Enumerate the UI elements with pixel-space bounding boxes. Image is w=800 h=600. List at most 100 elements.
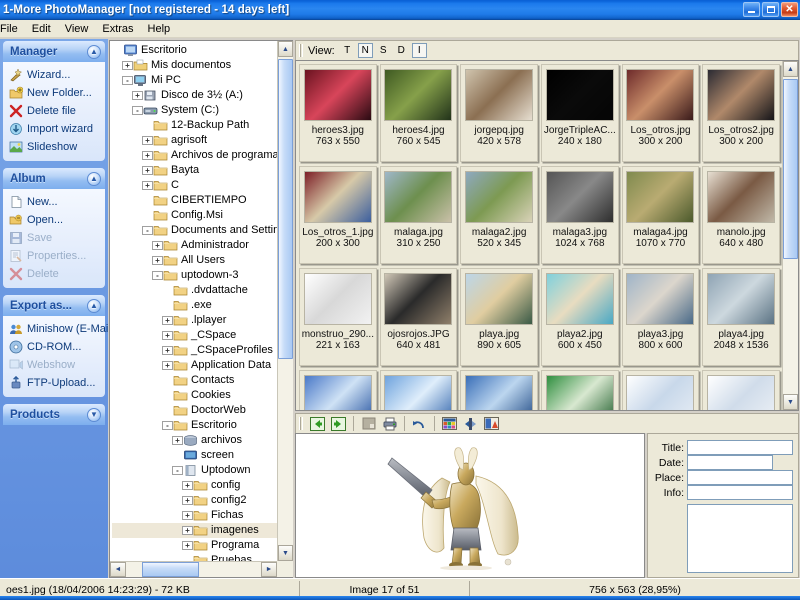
tree-node[interactable]: +.lplayer xyxy=(112,313,277,328)
thumb-scroll-thumb[interactable] xyxy=(783,79,798,259)
menu-item-extras[interactable]: Extras xyxy=(95,21,140,37)
expand-icon[interactable]: + xyxy=(142,151,153,160)
tree-node[interactable]: -uptodown-3 xyxy=(112,268,277,283)
tree-node[interactable]: -Mi PC xyxy=(112,73,277,88)
previous-image-button[interactable] xyxy=(308,415,327,432)
collapse-icon[interactable]: - xyxy=(122,76,133,85)
expand-icon[interactable]: + xyxy=(142,166,153,175)
thumbnail-item[interactable]: playa.jpg890 x 605 xyxy=(460,268,538,366)
thumbnail-item[interactable]: Los_otros.jpg300 x 200 xyxy=(622,64,700,162)
thumbnail-item[interactable]: heroes4.jpg760 x 545 xyxy=(380,64,458,162)
print-button[interactable] xyxy=(380,415,399,432)
expand-icon[interactable]: + xyxy=(142,181,153,190)
tree-node[interactable]: +Archivos de programa xyxy=(112,148,277,163)
collapse-icon[interactable]: - xyxy=(172,466,183,475)
expand-icon[interactable]: + xyxy=(162,316,173,325)
tree-hscroll-track[interactable] xyxy=(126,562,261,577)
expand-icon[interactable]: + xyxy=(162,331,173,340)
thumbnail-item[interactable]: monstruo_290...221 x 163 xyxy=(299,268,377,366)
tree-vertical-scrollbar[interactable]: ▲ ▼ xyxy=(277,41,293,561)
title-field[interactable] xyxy=(687,440,793,455)
menu-item-help[interactable]: Help xyxy=(141,21,178,37)
view-mode-d[interactable]: D xyxy=(394,43,409,58)
expand-icon[interactable]: + xyxy=(152,241,163,250)
expand-icon[interactable]: + xyxy=(182,481,193,490)
tree-node[interactable]: +Disco de 3½ (A:) xyxy=(112,88,277,103)
scroll-down-icon[interactable]: ▼ xyxy=(278,545,293,561)
tree-node[interactable]: DoctorWeb xyxy=(112,403,277,418)
expand-icon[interactable]: + xyxy=(172,436,183,445)
menu-item-file[interactable]: File xyxy=(0,21,25,37)
menu-item-edit[interactable]: Edit xyxy=(25,21,58,37)
thumbnail-item[interactable] xyxy=(541,370,619,411)
thumbnail-item[interactable] xyxy=(380,370,458,411)
view-mode-n[interactable]: N xyxy=(358,43,373,58)
thumbnail-item[interactable] xyxy=(622,370,700,411)
tree-node[interactable]: +Mis documentos xyxy=(112,58,277,73)
tree-node[interactable]: CIBERTIEMPO xyxy=(112,193,277,208)
thumbnail-item[interactable]: playa2.jpg600 x 450 xyxy=(541,268,619,366)
menu-item-view[interactable]: View xyxy=(58,21,96,37)
tree-node[interactable]: +agrisoft xyxy=(112,133,277,148)
tree-node[interactable]: -Uptodown xyxy=(112,463,277,478)
chevron-down-icon[interactable]: ▼ xyxy=(87,408,101,422)
tree-node[interactable]: +Application Data xyxy=(112,358,277,373)
sidebar-item-delete-file[interactable]: Delete file xyxy=(3,102,105,120)
toolbar-grip-icon[interactable] xyxy=(299,44,303,57)
thumbnail-item[interactable]: ojosrojos.JPG640 x 481 xyxy=(380,268,458,366)
thumbnail-item[interactable]: playa4.jpg2048 x 1536 xyxy=(702,268,780,366)
tree-node[interactable]: Cookies xyxy=(112,388,277,403)
stop-button[interactable] xyxy=(359,415,378,432)
view-mode-t[interactable]: T xyxy=(340,43,355,58)
thumbnail-item[interactable] xyxy=(299,370,377,411)
expand-icon[interactable]: + xyxy=(182,511,193,520)
thumb-scroll-up-icon[interactable]: ▲ xyxy=(783,61,798,77)
thumbnail-item[interactable] xyxy=(702,370,780,411)
thumbnail-item[interactable]: manolo.jpg640 x 480 xyxy=(702,166,780,264)
panel-header-products[interactable]: Products▼ xyxy=(3,404,105,425)
expand-icon[interactable]: + xyxy=(162,361,173,370)
sidebar-item-slideshow[interactable]: Slideshow xyxy=(3,138,105,156)
thumbnail-item[interactable]: heroes3.jpg763 x 550 xyxy=(299,64,377,162)
tree-horizontal-scrollbar[interactable]: ◄ ► xyxy=(110,561,277,577)
sidebar-item-new[interactable]: New... xyxy=(3,193,105,211)
view-mode-s[interactable]: S xyxy=(376,43,391,58)
place-field[interactable] xyxy=(687,470,793,485)
tree-node[interactable]: -Escritorio xyxy=(112,418,277,433)
tree-node[interactable]: Escritorio xyxy=(112,43,277,58)
folder-tree[interactable]: Escritorio+Mis documentos-Mi PC+Disco de… xyxy=(110,41,277,561)
tree-node[interactable]: 12-Backup Path xyxy=(112,118,277,133)
thumbnail-item[interactable] xyxy=(460,370,538,411)
thumbnail-item[interactable]: playa3.jpg800 x 600 xyxy=(622,268,700,366)
tree-node[interactable]: +Administrador xyxy=(112,238,277,253)
scroll-up-icon[interactable]: ▲ xyxy=(278,41,293,57)
collapse-icon[interactable]: - xyxy=(142,226,153,235)
thumbnail-item[interactable]: malaga2.jpg520 x 345 xyxy=(460,166,538,264)
tree-node[interactable]: -Documents and Settings xyxy=(112,223,277,238)
panel-header-manager[interactable]: Manager▲ xyxy=(3,41,105,62)
tree-node[interactable]: +Bayta xyxy=(112,163,277,178)
thumbnail-item[interactable]: Los_otros_1.jpg200 x 300 xyxy=(299,166,377,264)
sidebar-item-cd-rom[interactable]: CD-ROM... xyxy=(3,338,105,356)
sidebar-item-minishow-e-mail[interactable]: Minishow (E-Mail)... xyxy=(3,320,105,338)
thumb-scroll-track[interactable] xyxy=(783,77,798,394)
thumbnail-item[interactable]: malaga3.jpg1024 x 768 xyxy=(541,166,619,264)
sidebar-item-new-folder[interactable]: New Folder... xyxy=(3,84,105,102)
maximize-button[interactable] xyxy=(762,2,779,17)
scroll-left-icon[interactable]: ◄ xyxy=(110,562,126,577)
tree-node[interactable]: screen xyxy=(112,448,277,463)
thumbnail-vertical-scrollbar[interactable]: ▲ ▼ xyxy=(782,61,798,410)
tree-scroll-thumb[interactable] xyxy=(278,59,293,359)
info-field[interactable] xyxy=(687,485,793,500)
next-image-button[interactable] xyxy=(329,415,348,432)
sidebar-item-ftp-upload[interactable]: FTP-Upload... xyxy=(3,374,105,392)
tree-node[interactable]: .dvdattache xyxy=(112,283,277,298)
close-button[interactable]: ✕ xyxy=(781,2,798,17)
tree-node[interactable]: +_CSpace xyxy=(112,328,277,343)
thumb-scroll-down-icon[interactable]: ▼ xyxy=(783,394,798,410)
chevron-up-icon[interactable]: ▲ xyxy=(87,45,101,59)
tree-node[interactable]: +Programa xyxy=(112,538,277,553)
sidebar-item-open[interactable]: Open... xyxy=(3,211,105,229)
tree-node[interactable]: Pruebas xyxy=(112,553,277,561)
tree-node[interactable]: -System (C:) xyxy=(112,103,277,118)
